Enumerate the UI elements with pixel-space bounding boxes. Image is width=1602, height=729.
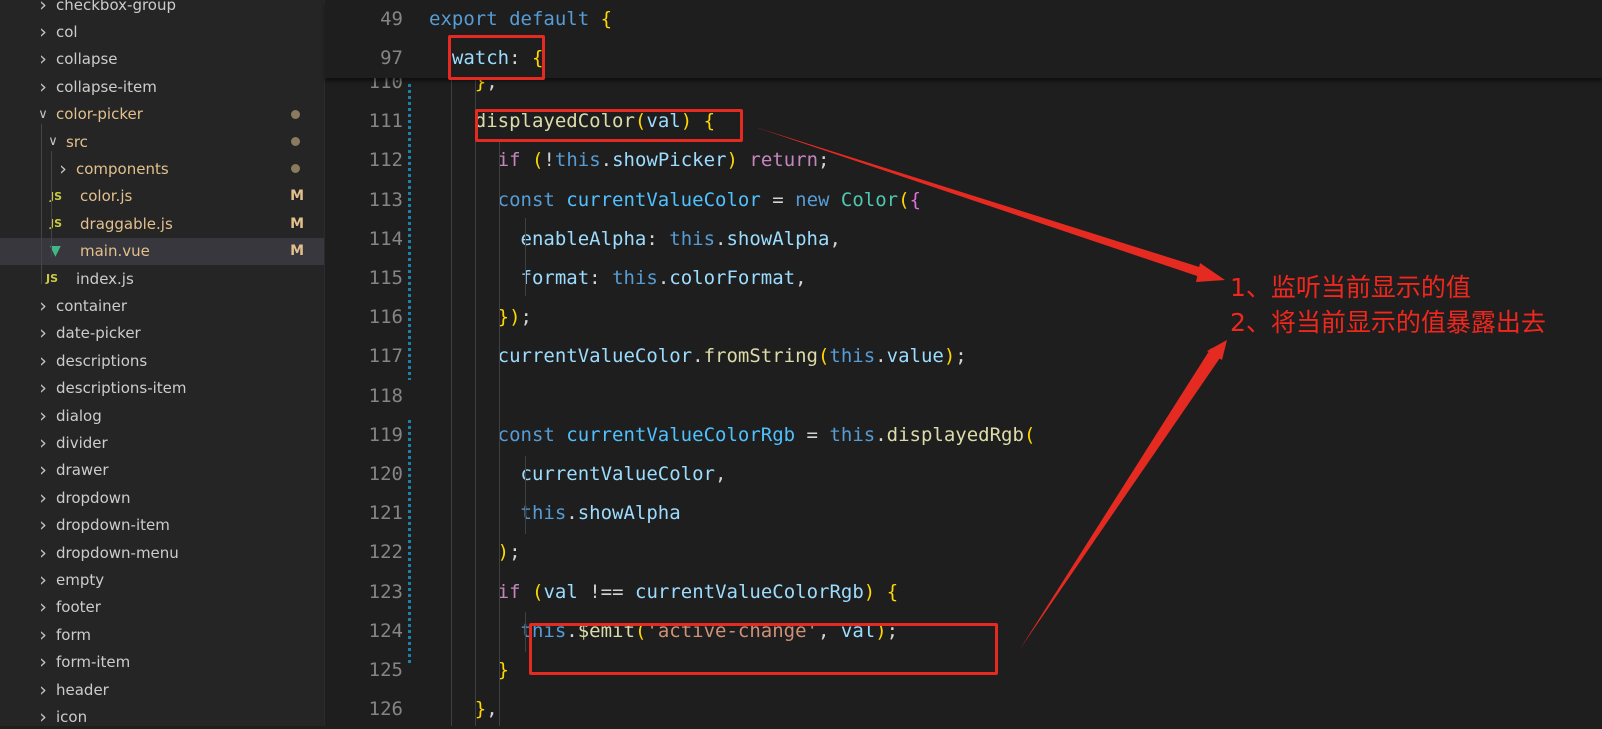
arrowhead-note-1 bbox=[1196, 263, 1225, 282]
arrow-to-note-2 bbox=[1020, 348, 1222, 649]
annotation-note-2: 2、将当前显示的值暴露出去 bbox=[1230, 308, 1546, 337]
annotation-note-1: 1、监听当前显示的值 bbox=[1230, 273, 1471, 302]
annotation-layer bbox=[755, 127, 1227, 649]
arrow-to-note-1 bbox=[755, 127, 1212, 280]
